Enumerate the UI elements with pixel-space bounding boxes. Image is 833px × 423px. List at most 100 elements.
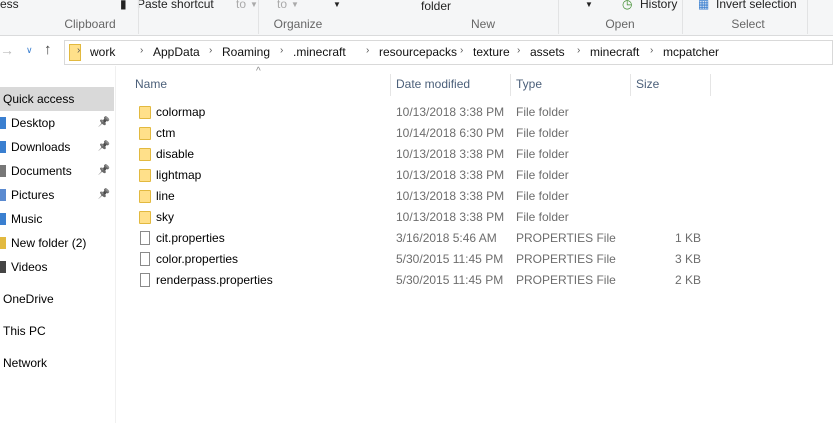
pin-icon[interactable]: 📌 xyxy=(98,183,110,207)
breadcrumb-item[interactable]: minecraft xyxy=(590,45,639,59)
sidebar-item-label: Documents xyxy=(11,164,72,178)
copy-to-button[interactable]: to xyxy=(277,0,287,11)
file-name: ctm xyxy=(156,126,176,140)
file-type: File folder xyxy=(516,210,569,224)
sidebar-item-label: Videos xyxy=(11,260,48,274)
divider xyxy=(558,0,559,34)
pin-icon[interactable]: 📌 xyxy=(98,159,110,183)
divider xyxy=(682,0,683,34)
group-new: New xyxy=(470,17,495,31)
divider[interactable] xyxy=(710,74,711,96)
breadcrumb-item[interactable]: resourcepacks xyxy=(379,45,457,59)
sidebar-item-pictures[interactable]: Pictures 📌 xyxy=(0,183,114,207)
chevron-down-icon: ▼ xyxy=(250,0,258,9)
sidebar-item-label: Desktop xyxy=(11,116,56,130)
folder-icon xyxy=(139,169,151,182)
file-row[interactable]: line 10/13/2018 3:38 PM File folder xyxy=(120,186,720,207)
breadcrumb-item[interactable]: work xyxy=(90,45,115,59)
pin-icon[interactable]: 📌 xyxy=(98,135,110,159)
file-date: 10/13/2018 3:38 PM xyxy=(396,210,505,224)
sort-ascending-icon: ^ xyxy=(256,66,261,77)
breadcrumb-item[interactable]: .minecraft xyxy=(293,45,346,59)
group-select: Select xyxy=(731,17,765,31)
ribbon-partial-button[interactable]: ess xyxy=(0,0,19,11)
sidebar-item-documents[interactable]: Documents 📌 xyxy=(0,159,114,183)
column-header-type[interactable]: Type xyxy=(516,74,542,96)
location-icon xyxy=(0,189,6,201)
new-folder-button[interactable]: folder xyxy=(421,0,451,13)
sidebar-item-label: Music xyxy=(11,212,43,226)
breadcrumb-item[interactable]: assets xyxy=(530,45,565,59)
breadcrumb-chevron-icon[interactable]: › xyxy=(460,45,463,56)
group-clipboard: Clipboard xyxy=(64,17,116,31)
file-row[interactable]: lightmap 10/13/2018 3:38 PM File folder xyxy=(120,165,720,186)
paste-shortcut-icon: ▮ xyxy=(120,0,127,11)
file-date: 5/30/2015 11:45 PM xyxy=(396,252,504,266)
location-icon xyxy=(0,165,6,177)
forward-button[interactable]: → xyxy=(0,42,14,58)
file-name: renderpass.properties xyxy=(156,273,273,287)
file-date: 3/16/2018 5:46 AM xyxy=(396,231,497,245)
file-name: color.properties xyxy=(156,252,239,266)
sidebar-item-desktop[interactable]: Desktop 📌 xyxy=(0,111,114,135)
file-type: PROPERTIES File xyxy=(516,231,616,245)
sidebar-item-label: Quick access xyxy=(3,92,75,106)
file-row[interactable]: cit.properties 3/16/2018 5:46 AM PROPERTIE… xyxy=(120,228,720,249)
breadcrumb-item[interactable]: Roaming xyxy=(222,45,270,59)
file-size: 1 KB xyxy=(674,231,701,245)
breadcrumb-chevron-icon[interactable]: › xyxy=(140,45,143,56)
breadcrumb-chevron-icon[interactable]: › xyxy=(517,45,520,56)
file-type: PROPERTIES File xyxy=(516,273,616,287)
ribbon: ess ▮ Paste shortcut to ▼ to ▼ ▼ folder … xyxy=(0,0,833,36)
sidebar-item-this-pc[interactable]: This PC xyxy=(0,319,114,343)
column-header-date[interactable]: Date modified xyxy=(396,74,470,96)
breadcrumb-chevron-icon[interactable]: › xyxy=(650,45,653,56)
recent-locations-button[interactable]: ∨ xyxy=(26,45,33,56)
group-open: Open xyxy=(605,17,635,31)
breadcrumb-chevron-icon[interactable]: › xyxy=(366,45,369,56)
sidebar-item-onedrive[interactable]: OneDrive xyxy=(0,287,114,311)
file-row[interactable]: renderpass.properties 5/30/2015 11:45 PM P… xyxy=(120,270,720,291)
divider[interactable] xyxy=(630,74,631,96)
location-icon xyxy=(0,117,6,129)
sidebar-item-videos[interactable]: Videos xyxy=(0,255,114,279)
move-to-button[interactable]: to xyxy=(236,0,246,11)
up-button[interactable]: ↑ xyxy=(44,41,52,58)
file-date: 10/14/2018 6:30 PM xyxy=(396,126,505,140)
sidebar-item-music[interactable]: Music xyxy=(0,207,114,231)
sidebar-item-quick-access[interactable]: Quick access xyxy=(0,87,114,111)
divider[interactable] xyxy=(390,74,391,96)
delete-dropdown-button[interactable]: ▼ xyxy=(333,0,341,9)
file-row[interactable]: color.properties 5/30/2015 11:45 PM PROPER… xyxy=(120,249,720,270)
column-header-size[interactable]: Size xyxy=(636,74,659,96)
invert-selection-icon: ▦ xyxy=(698,0,710,11)
sidebar-item-network[interactable]: Network xyxy=(0,351,114,375)
breadcrumb-item[interactable]: texture xyxy=(473,45,510,59)
sidebar-item-downloads[interactable]: Downloads 📌 xyxy=(0,135,114,159)
sidebar-item-new-folder-2[interactable]: New folder (2) xyxy=(0,231,114,255)
paste-shortcut-button[interactable]: Paste shortcut xyxy=(137,0,214,11)
file-row[interactable]: colormap 10/13/2018 3:38 PM File folder xyxy=(120,102,720,123)
file-name: sky xyxy=(156,210,174,224)
breadcrumb-chevron-icon[interactable]: › xyxy=(77,45,80,56)
divider[interactable] xyxy=(510,74,511,96)
file-date: 10/13/2018 3:38 PM xyxy=(396,189,505,203)
breadcrumb-chevron-icon[interactable]: › xyxy=(577,45,580,56)
file-row[interactable]: sky 10/13/2018 3:38 PM File folder xyxy=(120,207,720,228)
invert-selection-button[interactable]: Invert selection xyxy=(716,0,797,11)
file-row[interactable]: ctm 10/14/2018 6:30 PM File folder xyxy=(120,123,720,144)
location-icon xyxy=(0,141,6,153)
breadcrumb-chevron-icon[interactable]: › xyxy=(280,45,283,56)
breadcrumb-item[interactable]: AppData xyxy=(153,45,200,59)
folder-icon xyxy=(139,106,151,119)
address-bar[interactable]: › work › AppData › Roaming › .minecraft › resourc… xyxy=(64,40,833,65)
open-dropdown-button[interactable]: ▼ xyxy=(585,0,593,9)
file-row[interactable]: disable 10/13/2018 3:38 PM File folder xyxy=(120,144,720,165)
breadcrumb-chevron-icon[interactable]: › xyxy=(209,45,212,56)
history-button[interactable]: History xyxy=(640,0,677,11)
file-name: cit.properties xyxy=(156,231,225,245)
pin-icon[interactable]: 📌 xyxy=(98,111,110,135)
column-header-name[interactable]: Name xyxy=(135,74,167,96)
file-name: colormap xyxy=(156,105,206,119)
breadcrumb-item[interactable]: mcpatcher xyxy=(663,45,719,59)
